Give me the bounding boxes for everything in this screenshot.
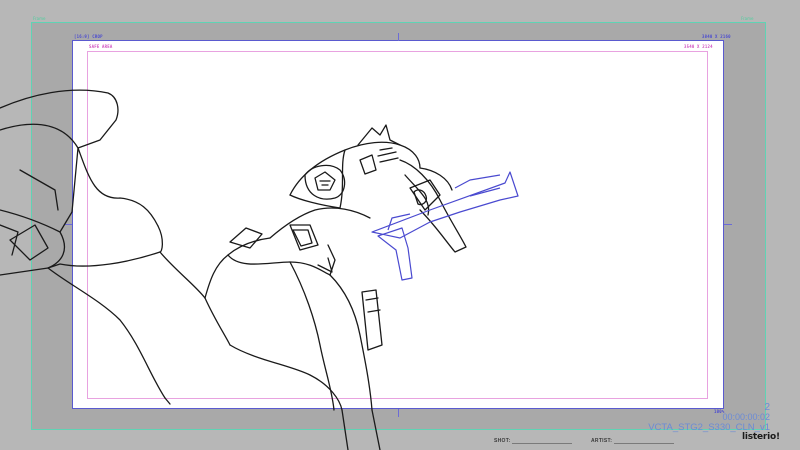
footer-bar: SHOT: ARTIST:: [0, 430, 800, 450]
artist-field-line[interactable]: [614, 443, 674, 444]
artist-label: ARTIST:: [591, 438, 613, 444]
timecode: 00:00:00:02: [722, 412, 770, 422]
shot-field-line[interactable]: [512, 443, 572, 444]
shot-label: SHOT:: [494, 438, 511, 444]
storyboard-stage: Frame Frame [16:9] CROP 3840 X 2160 SAFE…: [0, 0, 800, 450]
character-line-art: [0, 89, 519, 450]
studio-logo: listerio!: [742, 432, 780, 442]
